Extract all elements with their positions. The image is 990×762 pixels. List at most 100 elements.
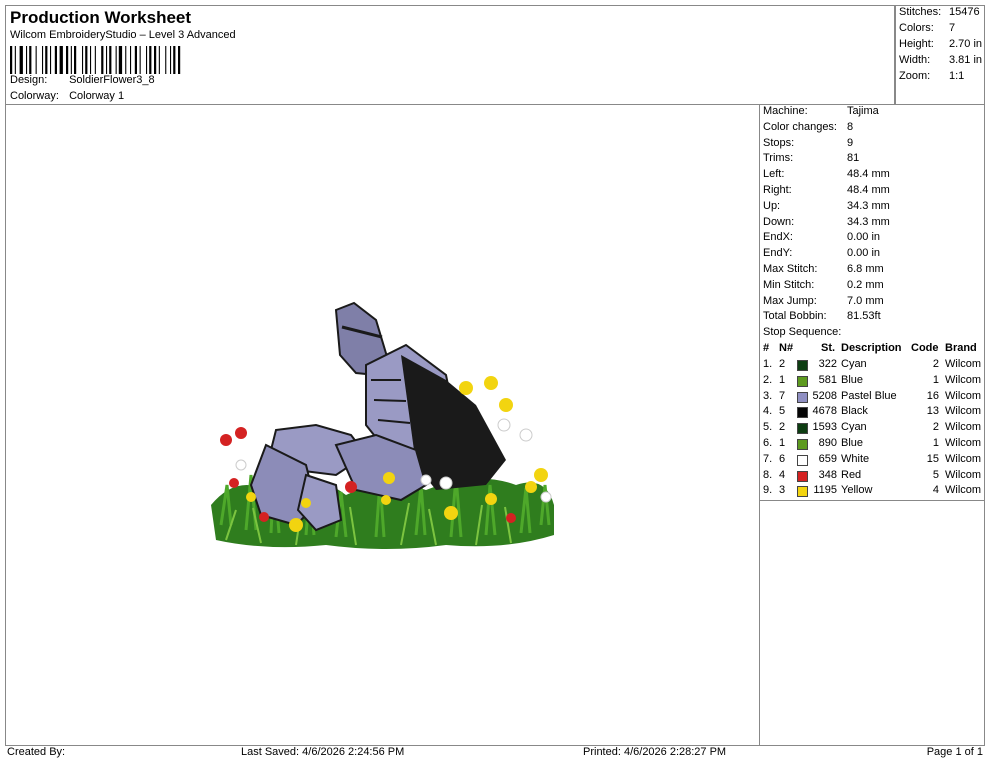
color-description: Black (841, 405, 868, 418)
info-value: 34.3 mm (847, 199, 890, 212)
barcode-bar (19, 46, 23, 74)
design-row: Design: SoldierFlower3_8 (10, 74, 155, 86)
worksheet-header: Production Worksheet Wilcom EmbroiderySt… (5, 5, 895, 105)
color-code: 2 (932, 358, 939, 370)
info-value: Tajima (847, 105, 879, 117)
color-description: Blue (841, 373, 864, 386)
info-row: Stops: 9 (763, 137, 853, 153)
barcode-bar (82, 46, 84, 74)
info-value: 7.0 mm (847, 294, 884, 307)
color-description: Blue (841, 437, 864, 449)
needle-number: 6 (779, 452, 786, 465)
barcode-bar (130, 46, 132, 74)
barcode-bar (54, 46, 57, 74)
color-code: 15 (926, 452, 939, 465)
stitch-count: 890 (818, 437, 837, 449)
info-label: Min Stitch: (763, 278, 815, 291)
colorway-row: Colorway: Colorway 1 (10, 90, 124, 102)
summary-stitches: Stitches: 15476 (899, 6, 980, 18)
info-row: Down: 34.3 mm (763, 216, 890, 232)
barcode-bar (10, 46, 13, 74)
barcode-bar (70, 46, 72, 74)
color-code: 1 (932, 437, 939, 449)
embroidery-design-image (211, 301, 554, 549)
color-code: 1 (932, 373, 939, 386)
stitch-count: 659 (818, 452, 837, 465)
info-row: Up: 34.3 mm (763, 200, 890, 216)
summary-height: Height: 2.70 in (899, 38, 983, 50)
barcode (10, 46, 181, 74)
info-row: EndX: 0.00 in (763, 231, 880, 247)
info-label: Right: (763, 184, 792, 196)
color-description: Yellow (841, 484, 873, 497)
last-saved: Last Saved: 4/6/2026 2:24:56 PM (241, 746, 405, 758)
summary-zoom: Zoom: 1:1 (899, 70, 965, 82)
info-label: Machine: (763, 105, 808, 117)
barcode-bar (45, 46, 48, 74)
software-name: Wilcom EmbroideryStudio – Level 3 Advanc… (10, 29, 236, 41)
needle-number: 5 (779, 405, 786, 418)
thread-brand: Wilcom (945, 405, 982, 418)
barcode-bar (125, 46, 127, 74)
stitch-count: 581 (818, 373, 837, 386)
table-row: 7. 6 659 White 15 Wilcom (763, 453, 985, 469)
design-info-panel: Machine: Tajima Color changes: 8 Stops: 9 Trim… (759, 104, 985, 746)
thread-brand: Wilcom (945, 468, 982, 481)
info-value: 34.3 mm (847, 215, 890, 228)
color-code: 4 (932, 484, 939, 497)
col-code: Code (911, 342, 939, 354)
col-brand: Brand (945, 342, 977, 354)
barcode-bar (115, 46, 117, 74)
needle-number: 2 (779, 358, 786, 370)
barcode-bar (134, 46, 137, 74)
info-value: 0.2 mm (847, 278, 884, 291)
barcode-bar (101, 46, 104, 74)
row-number: 5. (763, 421, 773, 434)
thread-brand: Wilcom (945, 452, 982, 465)
design-label: Design: (10, 74, 48, 86)
barcode-bar (59, 46, 63, 74)
barcode-bar (149, 46, 152, 74)
color-code: 16 (926, 389, 939, 402)
divider (760, 500, 984, 501)
needle-number: 7 (779, 389, 786, 402)
summary-width: Width: 3.81 in (899, 54, 983, 66)
info-value: 48.4 mm (847, 184, 890, 196)
row-number: 9. (763, 484, 773, 497)
col-n: N# (779, 342, 794, 354)
info-row: Total Bobbin: 81.53ft (763, 310, 881, 326)
barcode-bar (74, 46, 77, 74)
needle-number: 4 (779, 468, 786, 481)
row-number: 8. (763, 468, 773, 481)
barcode-bar (170, 46, 172, 74)
info-value: 6.8 mm (847, 263, 884, 275)
info-row: Max Jump: 7.0 mm (763, 295, 884, 311)
row-number: 7. (763, 452, 773, 465)
info-value: 9 (847, 136, 854, 149)
row-number: 1. (763, 358, 773, 370)
page-number: Page 1 of 1 (926, 746, 983, 758)
row-number: 3. (763, 389, 773, 402)
info-row: Machine: Tajima (763, 105, 879, 121)
thread-brand: Wilcom (945, 358, 982, 370)
design-preview (5, 104, 760, 746)
barcode-bar (26, 46, 28, 74)
info-row: Trims: 81 (763, 152, 859, 168)
colorway-label: Colorway: (10, 90, 59, 102)
needle-number: 2 (779, 421, 786, 434)
table-row: 5. 2 1593 Cyan 2 Wilcom (763, 421, 985, 437)
color-code: 5 (932, 468, 939, 481)
worksheet-footer: Created By: Last Saved: 4/6/2026 2:24:56… (5, 745, 985, 759)
info-value: 0.00 in (847, 231, 881, 244)
barcode-bar (109, 46, 112, 74)
barcode-bar (158, 46, 160, 74)
barcode-bar (146, 46, 148, 74)
thread-brand: Wilcom (945, 437, 982, 449)
info-label: EndX: (763, 231, 793, 244)
barcode-bar (106, 46, 108, 74)
col-num: # (763, 342, 770, 354)
info-row: EndY: 0.00 in (763, 247, 880, 263)
table-row: 3. 7 5208 Pastel Blue 16 Wilcom (763, 390, 985, 406)
info-label: Stops: (763, 136, 795, 149)
info-row: Right: 48.4 mm (763, 184, 890, 200)
